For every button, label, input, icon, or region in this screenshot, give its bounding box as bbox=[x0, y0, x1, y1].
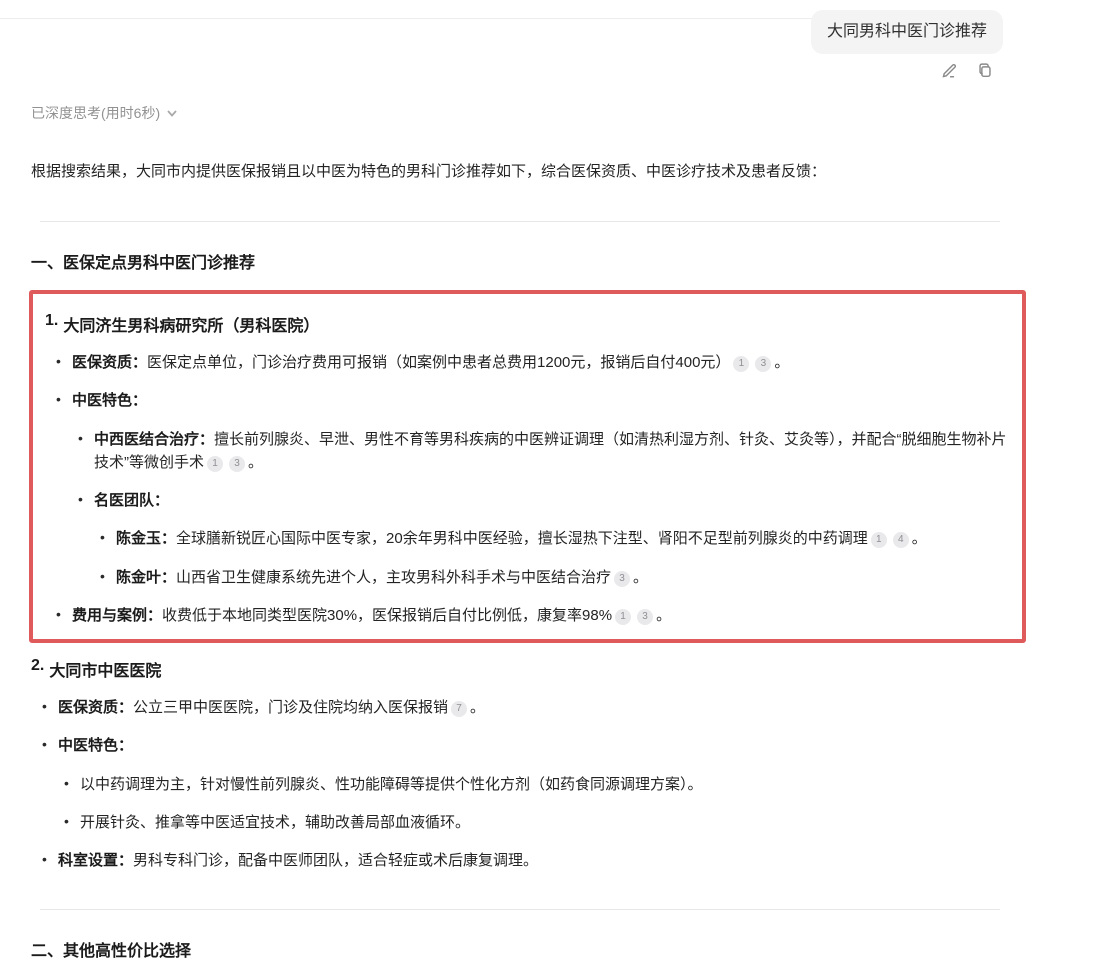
nested-bullet-list: 陈金玉：全球膳新锐匠心国际中医专家，20余年男科中医经验，擅长湿热下注型、肾阳不… bbox=[89, 527, 1008, 589]
citation-badge[interactable]: 4 bbox=[893, 532, 909, 548]
section-two-heading: 二、其他高性价比选择 bbox=[31, 937, 1026, 961]
bullet-label: 名医团队： bbox=[94, 492, 169, 509]
hospital2-title-row: 2. 大同市中医医院 bbox=[31, 657, 1026, 681]
user-message-bubble: 大同男科中医门诊推荐 bbox=[811, 10, 1003, 54]
citation-badge[interactable]: 7 bbox=[451, 701, 467, 717]
top-divider bbox=[0, 18, 812, 19]
list-item: 中医特色： bbox=[45, 389, 1008, 412]
bullet-suffix: 。 bbox=[912, 530, 927, 547]
bullet-suffix: 。 bbox=[248, 454, 263, 471]
hospital2-block: 2. 大同市中医医院 医保资质：公立三甲中医医院，门诊及住院均纳入医保报销7。 … bbox=[31, 657, 1026, 872]
deep-thinking-toggle[interactable]: 已深度思考(用时6秒) bbox=[31, 103, 1026, 123]
user-message-text: 大同男科中医门诊推荐 bbox=[827, 23, 987, 40]
assistant-message: 已深度思考(用时6秒) 根据搜索结果，大同市内提供医保报销且以中医为特色的男科门… bbox=[31, 103, 1026, 961]
list-item: 陈金叶：山西省卫生健康系统先进个人，主攻男科外科手术与中医结合治疗3。 bbox=[89, 566, 1008, 589]
bullet-label: 医保资质： bbox=[58, 699, 133, 716]
bullet-label: 中医特色： bbox=[58, 737, 133, 754]
hospital1-title-row: 1. 大同济生男科病研究所（男科医院） bbox=[45, 312, 1008, 336]
list-item: 以中药调理为主，针对慢性前列腺炎、性功能障碍等提供个性化方剂（如药食同源调理方案… bbox=[53, 773, 1026, 796]
chevron-down-icon bbox=[166, 107, 178, 119]
citation-badge[interactable]: 1 bbox=[615, 609, 631, 625]
bullet-text: 男科专科门诊，配备中医师团队，适合轻症或术后康复调理。 bbox=[133, 852, 538, 869]
bullet-text: 开展针灸、推拿等中医适宜技术，辅助改善局部血液循环。 bbox=[80, 814, 470, 831]
intro-paragraph: 根据搜索结果，大同市内提供医保报销且以中医为特色的男科门诊推荐如下，综合医保资质… bbox=[31, 160, 1026, 184]
citation-badge[interactable]: 1 bbox=[733, 356, 749, 372]
bullet-text: 医保定点单位，门诊治疗费用可报销（如案例中患者总费用1200元，报销后自付400… bbox=[147, 354, 730, 371]
list-item: 费用与案例：收费低于本地同类型医院30%，医保报销后自付比例低，康复率98%13… bbox=[45, 604, 1008, 627]
list-item: 科室设置：男科专科门诊，配备中医师团队，适合轻症或术后康复调理。 bbox=[31, 849, 1026, 872]
citation-badge[interactable]: 1 bbox=[871, 532, 887, 548]
section-one-heading: 一、医保定点男科中医门诊推荐 bbox=[31, 249, 1026, 273]
bullet-label: 中医特色： bbox=[72, 392, 147, 409]
bullet-text: 全球膳新锐匠心国际中医专家，20余年男科中医经验，擅长湿热下注型、肾阳不足型前列… bbox=[176, 530, 868, 547]
list-item: 开展针灸、推拿等中医适宜技术，辅助改善局部血液循环。 bbox=[53, 811, 1026, 834]
bullet-text: 收费低于本地同类型医院30%，医保报销后自付比例低，康复率98% bbox=[162, 607, 612, 624]
highlighted-region: 1. 大同济生男科病研究所（男科医院） 医保资质：医保定点单位，门诊治疗费用可报… bbox=[29, 290, 1026, 643]
hospital2-bullet-list: 医保资质：公立三甲中医医院，门诊及住院均纳入医保报销7。 中医特色： 以中药调理… bbox=[31, 696, 1026, 872]
copy-icon[interactable] bbox=[975, 60, 994, 79]
citation-badge[interactable]: 3 bbox=[229, 456, 245, 472]
bullet-label: 中西医结合治疗： bbox=[94, 431, 214, 448]
bullet-text: 以中药调理为主，针对慢性前列腺炎、性功能障碍等提供个性化方剂（如药食同源调理方案… bbox=[80, 776, 703, 793]
message-actions bbox=[940, 60, 994, 79]
list-item: 陈金玉：全球膳新锐匠心国际中医专家，20余年男科中医经验，擅长湿热下注型、肾阳不… bbox=[89, 527, 1008, 550]
bullet-text: 山西省卫生健康系统先进个人，主攻男科外科手术与中医结合治疗 bbox=[176, 569, 611, 586]
bullet-text: 公立三甲中医医院，门诊及住院均纳入医保报销 bbox=[133, 699, 448, 716]
hospital2-number: 2. bbox=[31, 657, 44, 681]
citation-badge[interactable]: 1 bbox=[207, 456, 223, 472]
bullet-label: 陈金玉： bbox=[116, 530, 176, 547]
list-item: 中医特色： bbox=[31, 734, 1026, 757]
section-divider bbox=[40, 221, 1000, 222]
bullet-label: 科室设置： bbox=[58, 852, 133, 869]
bullet-suffix: 。 bbox=[656, 607, 671, 624]
bullet-label: 医保资质： bbox=[72, 354, 147, 371]
citation-badge[interactable]: 3 bbox=[614, 571, 630, 587]
hospital1-title: 大同济生男科病研究所（男科医院） bbox=[63, 312, 319, 336]
list-item: 中西医结合治疗：擅长前列腺炎、早泄、男性不育等男科疾病的中医辨证调理（如清热利湿… bbox=[67, 428, 1008, 475]
list-item: 名医团队： bbox=[67, 489, 1008, 512]
chat-page: 大同男科中医门诊推荐 已深度思考(用时6秒) 根据搜索结果，大同市内提供医保报销… bbox=[0, 0, 1120, 910]
bullet-suffix: 。 bbox=[774, 354, 789, 371]
list-item: 医保资质：公立三甲中医医院，门诊及住院均纳入医保报销7。 bbox=[31, 696, 1026, 719]
bullet-suffix: 。 bbox=[470, 699, 485, 716]
deep-thinking-label: 已深度思考(用时6秒) bbox=[31, 103, 160, 123]
nested-bullet-list: 中西医结合治疗：擅长前列腺炎、早泄、男性不育等男科疾病的中医辨证调理（如清热利湿… bbox=[67, 428, 1008, 589]
bullet-label: 费用与案例： bbox=[72, 607, 162, 624]
nested-bullet-list: 以中药调理为主，针对慢性前列腺炎、性功能障碍等提供个性化方剂（如药食同源调理方案… bbox=[53, 773, 1026, 835]
hospital1-bullet-list: 医保资质：医保定点单位，门诊治疗费用可报销（如案例中患者总费用1200元，报销后… bbox=[45, 351, 1008, 627]
bullet-label: 陈金叶： bbox=[116, 569, 176, 586]
citation-badge[interactable]: 3 bbox=[637, 609, 653, 625]
hospital2-title: 大同市中医医院 bbox=[49, 657, 161, 681]
list-item: 医保资质：医保定点单位，门诊治疗费用可报销（如案例中患者总费用1200元，报销后… bbox=[45, 351, 1008, 374]
citation-badge[interactable]: 3 bbox=[755, 356, 771, 372]
bullet-suffix: 。 bbox=[633, 569, 648, 586]
hospital1-number: 1. bbox=[45, 312, 58, 336]
edit-icon[interactable] bbox=[940, 60, 959, 79]
